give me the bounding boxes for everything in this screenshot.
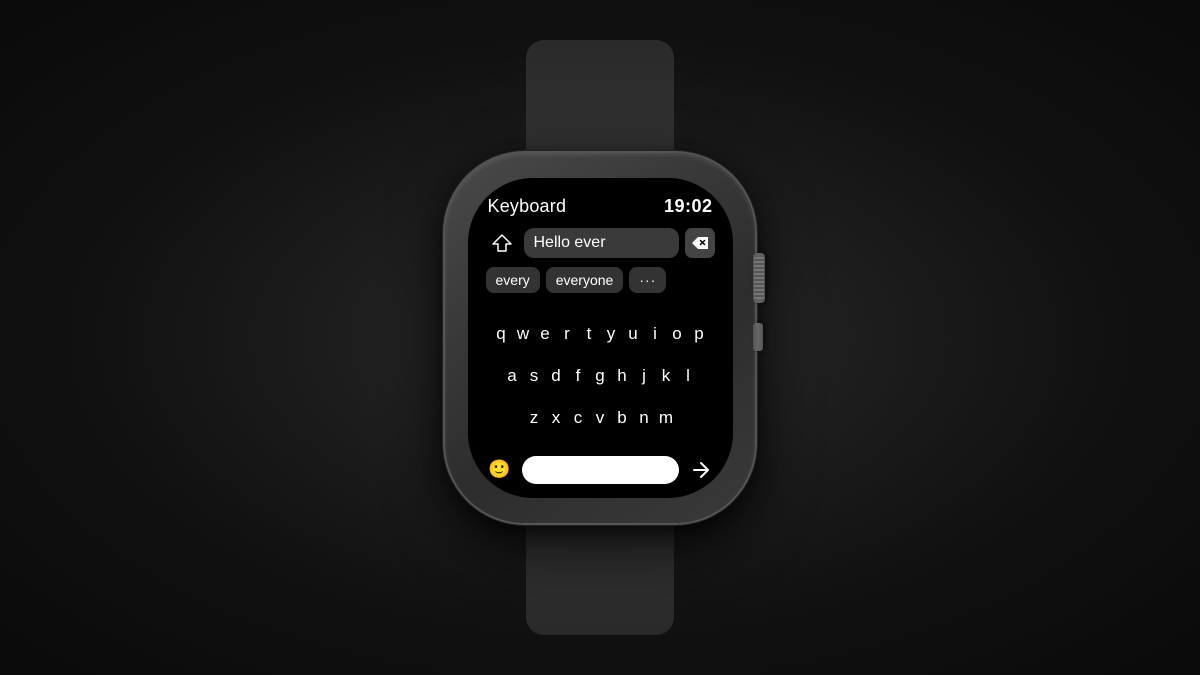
keyboard-row-1: q w e r t y u i o p (484, 324, 717, 344)
watch-band-bottom (526, 505, 674, 635)
watch-header: Keyboard 19:02 (484, 196, 717, 217)
key-q[interactable]: q (490, 324, 512, 344)
key-j[interactable]: j (633, 366, 655, 386)
input-row: Hello ever (484, 227, 717, 259)
emoji-button[interactable]: 🙂 (486, 456, 514, 484)
key-s[interactable]: s (523, 366, 545, 386)
watch-crown[interactable] (753, 253, 765, 303)
key-t[interactable]: t (578, 324, 600, 344)
bottom-bar: 🙂 (484, 450, 717, 484)
watch-band-top (526, 40, 674, 170)
key-l[interactable]: l (677, 366, 699, 386)
key-e[interactable]: e (534, 324, 556, 344)
key-r[interactable]: r (556, 324, 578, 344)
watch-side-button[interactable] (753, 323, 763, 351)
key-x[interactable]: x (545, 408, 567, 428)
emoji-icon: 🙂 (488, 459, 510, 480)
keyboard-row-2: a s d f g h j k l (484, 366, 717, 386)
suggestions-row: every everyone ··· (484, 267, 717, 293)
key-g[interactable]: g (589, 366, 611, 386)
watch-time: 19:02 (664, 196, 713, 217)
suggestion-every[interactable]: every (486, 267, 540, 293)
suggestions-more-button[interactable]: ··· (629, 267, 666, 293)
scene: Keyboard 19:02 Hello ever (0, 0, 1200, 675)
watch-screen: Keyboard 19:02 Hello ever (468, 178, 733, 498)
key-b[interactable]: b (611, 408, 633, 428)
text-input[interactable]: Hello ever (524, 228, 679, 258)
key-u[interactable]: u (622, 324, 644, 344)
watch-case: Keyboard 19:02 Hello ever (445, 153, 755, 523)
backspace-button[interactable] (685, 228, 715, 258)
key-o[interactable]: o (666, 324, 688, 344)
key-a[interactable]: a (501, 366, 523, 386)
send-button[interactable] (687, 456, 715, 484)
key-f[interactable]: f (567, 366, 589, 386)
keyboard-row-3: z x c v b n m (484, 408, 717, 428)
key-h[interactable]: h (611, 366, 633, 386)
key-c[interactable]: c (567, 408, 589, 428)
shift-button[interactable] (486, 227, 518, 259)
suggestion-everyone[interactable]: everyone (546, 267, 624, 293)
watch-bezel: Keyboard 19:02 Hello ever (468, 178, 733, 498)
watch-app-title: Keyboard (488, 196, 567, 217)
key-y[interactable]: y (600, 324, 622, 344)
key-d[interactable]: d (545, 366, 567, 386)
key-k[interactable]: k (655, 366, 677, 386)
key-i[interactable]: i (644, 324, 666, 344)
spacebar[interactable] (522, 456, 679, 484)
key-v[interactable]: v (589, 408, 611, 428)
key-w[interactable]: w (512, 324, 534, 344)
keyboard-area: q w e r t y u i o p a s d (484, 303, 717, 450)
key-p[interactable]: p (688, 324, 710, 344)
key-z[interactable]: z (523, 408, 545, 428)
key-n[interactable]: n (633, 408, 655, 428)
key-m[interactable]: m (655, 408, 677, 428)
